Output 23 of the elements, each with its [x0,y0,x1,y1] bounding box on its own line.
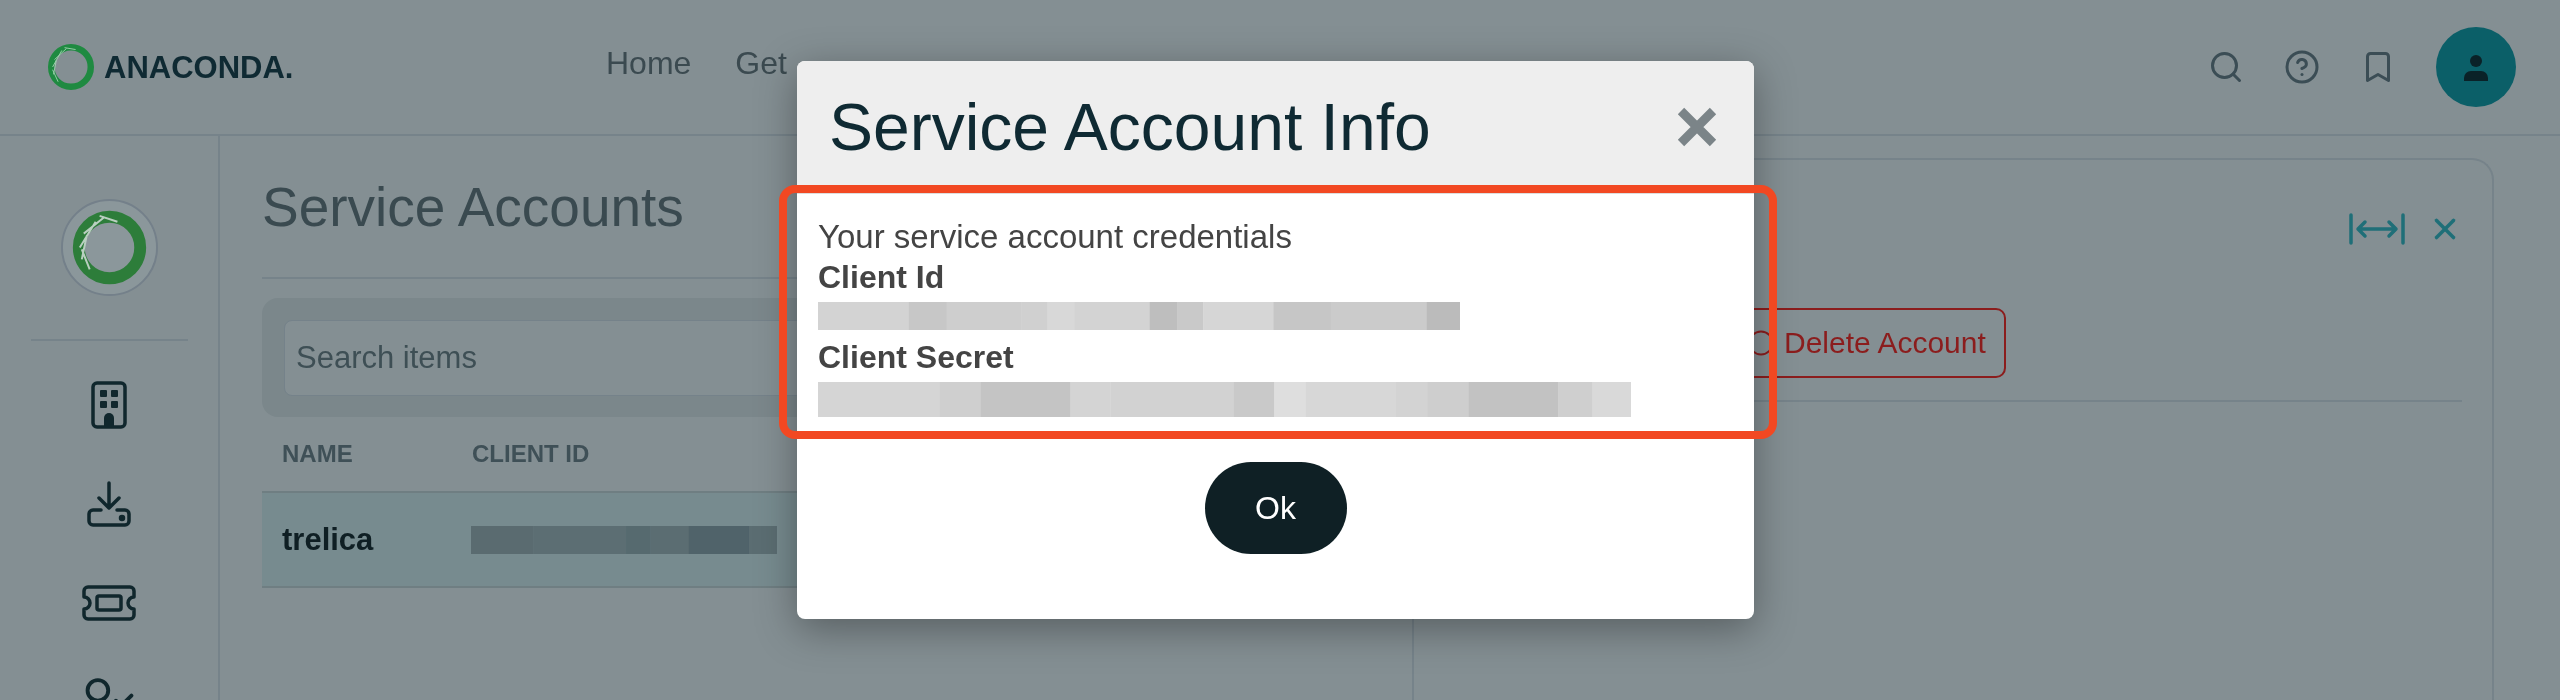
field-label: Client Id [818,261,945,293]
close-icon[interactable] [1676,106,1718,148]
ticket-icon[interactable] [82,585,136,621]
ring-logo-icon [59,198,159,297]
expand-width-icon[interactable] [2348,212,2406,246]
column-header: NAME [282,442,353,466]
ok-button[interactable]: Ok [1204,462,1347,554]
nav-link[interactable]: Get [735,47,787,79]
column-header: CLIENT ID [472,442,590,466]
user-icon [2462,53,2490,81]
building-icon[interactable] [91,381,127,429]
dialog-title: Service Account Info [829,94,1431,160]
nav-link[interactable]: Home [606,47,692,79]
help-icon[interactable] [2284,49,2320,85]
page-title: Service Accounts [262,180,684,235]
logo-wordmark: ANACONDA. [104,51,294,83]
user-check-icon[interactable] [84,678,134,700]
ring-logo-icon [48,44,94,90]
search-icon[interactable] [2208,49,2244,85]
download-icon[interactable] [85,480,133,528]
dialog-text: Your service account credentials [818,220,1292,253]
field-label: Client Secret [818,341,1014,373]
table-cell: trelica [282,524,374,555]
